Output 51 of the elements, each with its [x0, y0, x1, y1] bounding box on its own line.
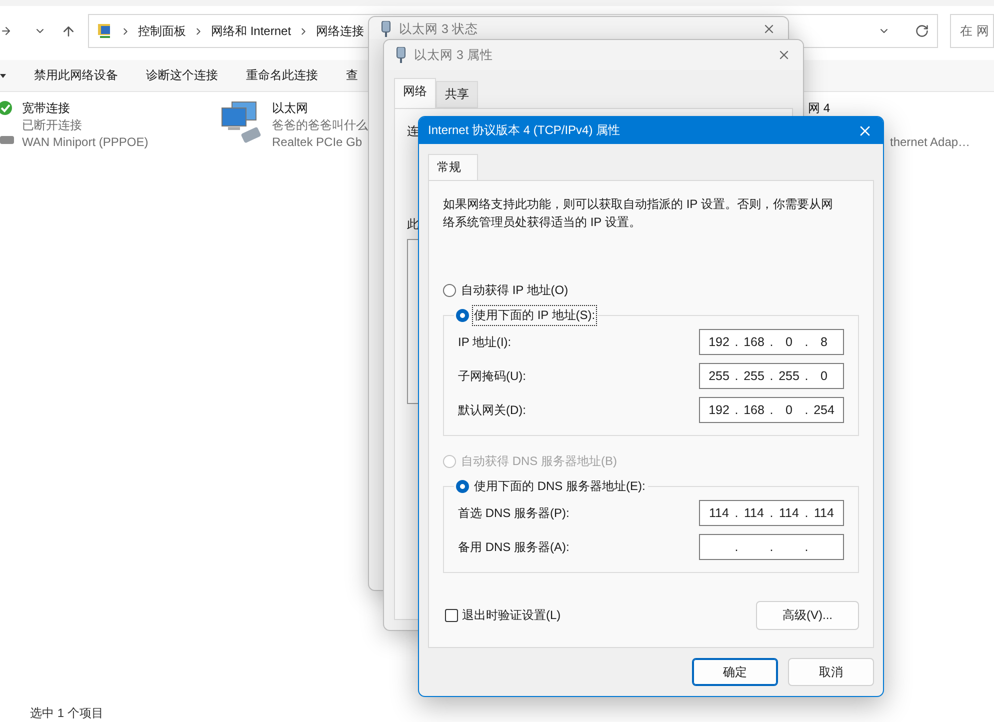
radio-button[interactable]: 自动获得 IP 地址(O): [443, 281, 859, 300]
field-label: 首选 DNS 服务器(P):: [458, 504, 570, 522]
breadcrumb-item[interactable]: 网络和 Internet: [211, 22, 292, 40]
toolbar-button[interactable]: 诊断这个连接: [146, 67, 218, 84]
dialog-title: Internet 协议版本 4 (TCP/IPv4) 属性: [428, 122, 622, 139]
toolbar-button[interactable]: 重命名此连接: [246, 67, 318, 84]
ip-address-field[interactable]: 192 . 168 . 0 . 254: [699, 397, 844, 423]
window-title: 以太网 3 状态: [399, 20, 479, 38]
breadcrumb-item[interactable]: 控制面板: [138, 22, 186, 40]
connection-device: thernet Adap…: [890, 134, 970, 151]
ip-address-field[interactable]: 255 . 255 . 255 . 0: [699, 363, 844, 389]
ip-address-field[interactable]: 192 . 168 . 0 . 8: [699, 329, 844, 355]
ip-address-field[interactable]: . . .: [699, 534, 844, 560]
connection-device: WAN Miniport (PPPOE): [22, 134, 148, 151]
window-title: 以太网 3 属性: [414, 46, 494, 64]
radio-button[interactable]: 使用下面的 DNS 服务器地址(E):: [456, 477, 646, 496]
toolbar-button[interactable]: 禁用此网络设备: [34, 67, 118, 84]
tab[interactable]: 常规: [428, 154, 478, 180]
connection-status: 已断开连接: [22, 117, 82, 134]
refresh-icon[interactable]: [915, 24, 929, 38]
close-button[interactable]: [777, 48, 791, 62]
toolbar-button[interactable]: 查: [346, 67, 358, 84]
ethernet-plug-icon: [381, 21, 391, 37]
radio-button[interactable]: 使用下面的 IP 地址(S):: [456, 306, 596, 325]
section-label: 此: [407, 216, 419, 233]
connection-name[interactable]: 网 4: [808, 100, 830, 117]
field-label: 子网掩码(U):: [458, 368, 526, 384]
description-text: 如果网络支持此功能，则可以获取自动指派的 IP 设置。否则，你需要从网络系统管理员处获得适当的 IP 设置。: [443, 196, 834, 231]
field-label: 默认网关(D):: [458, 402, 526, 418]
tab[interactable]: 网络: [394, 78, 436, 108]
control-panel-icon: [97, 23, 113, 39]
checkbox[interactable]: 退出时验证设置(L): [443, 607, 561, 624]
ethernet-plug-icon: [396, 47, 406, 63]
dropdown-caret-icon[interactable]: [0, 72, 6, 78]
status-bar-text: 选中 1 个项目: [30, 705, 104, 722]
field-label: IP 地址(I):: [458, 334, 512, 350]
field-label: 备用 DNS 服务器(A):: [458, 538, 570, 556]
dialog-button[interactable]: 取消: [788, 658, 874, 686]
connection-device: Realtek PCIe Gb: [272, 134, 362, 151]
ip-address-field[interactable]: 114 . 114 . 114 . 114: [699, 500, 844, 526]
close-button[interactable]: [762, 22, 776, 36]
section-label: 连: [407, 123, 419, 140]
forward-icon[interactable]: [0, 24, 12, 38]
connection-status: 爸爸的爸爸叫什么: [272, 117, 368, 134]
dialog-button[interactable]: 确定: [692, 658, 778, 686]
search-field[interactable]: 在 网: [950, 14, 994, 48]
connection-name[interactable]: 宽带连接: [22, 100, 70, 117]
breadcrumb-item[interactable]: 网络连接: [316, 22, 364, 40]
tab[interactable]: 共享: [436, 81, 478, 108]
advanced-button[interactable]: 高级(V)...: [756, 601, 859, 630]
connection-name[interactable]: 以太网: [272, 100, 308, 117]
